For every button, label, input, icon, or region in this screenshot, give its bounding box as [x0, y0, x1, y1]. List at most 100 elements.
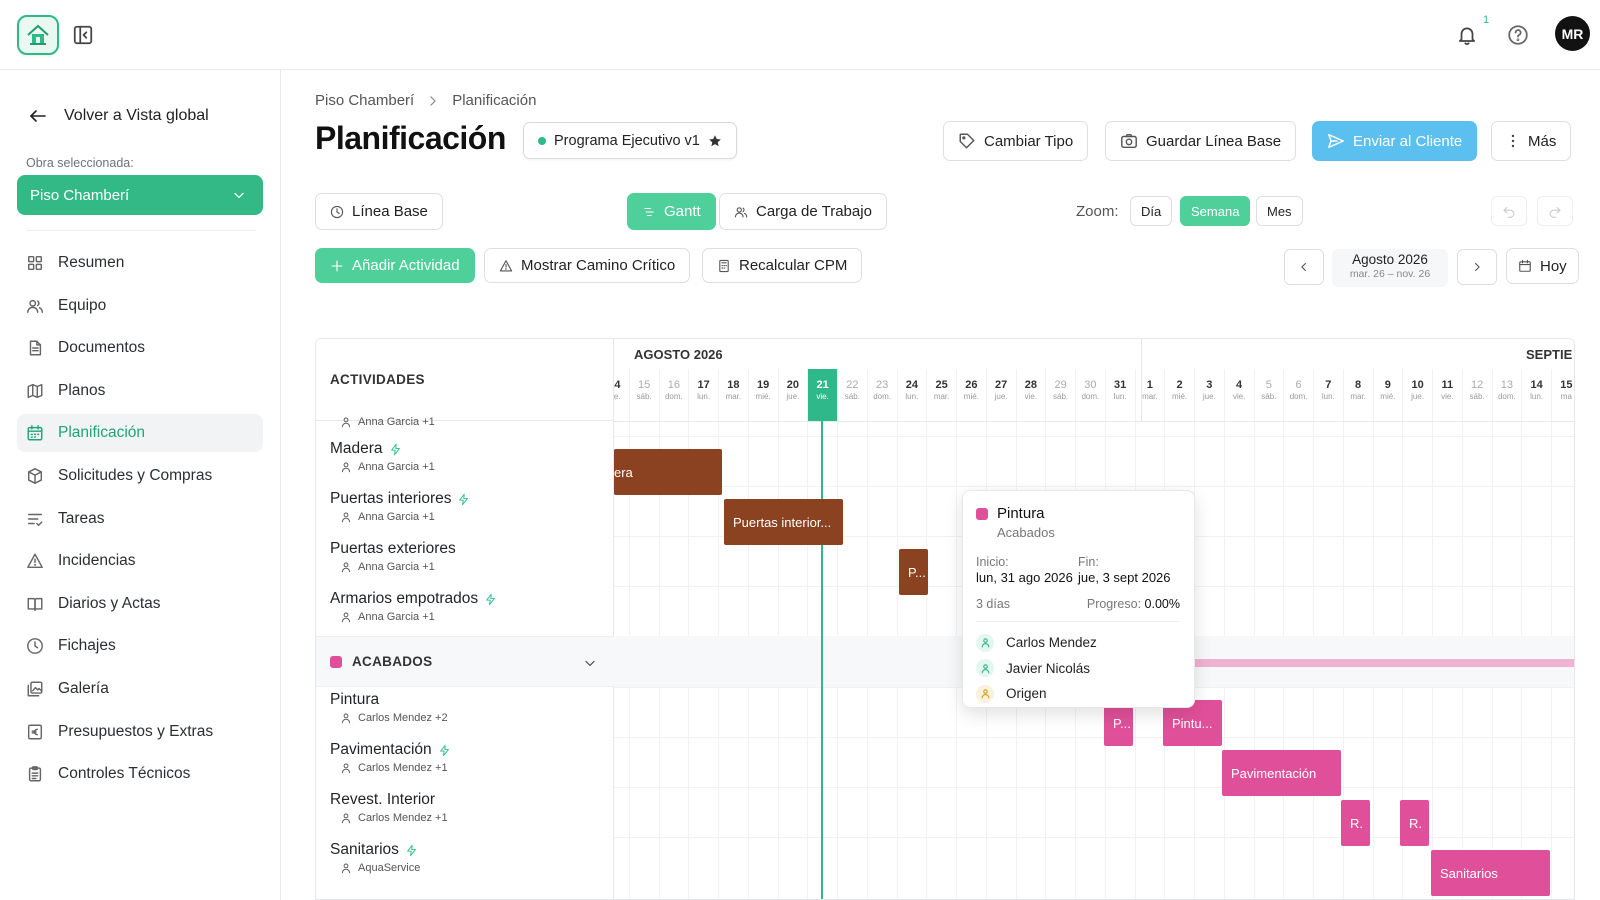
assignee-name: Carlos Mendez +2	[358, 712, 448, 724]
activity-row[interactable]: Puertas interiores Anna Garcia +1	[316, 486, 614, 537]
task-bar-revest-a[interactable]: R.	[1341, 800, 1370, 846]
task-bar-revest-b[interactable]: R.	[1400, 800, 1429, 846]
day-header: 9 mié.	[1372, 369, 1403, 421]
save-baseline-button[interactable]: Guardar Línea Base	[1105, 121, 1297, 161]
day-header: 30 dom.	[1075, 369, 1105, 421]
obra-select[interactable]: Piso Chamberí	[17, 175, 263, 215]
day-header: 28 vie.	[1015, 369, 1046, 421]
back-to-global-link[interactable]: Volver a Vista global	[28, 106, 209, 126]
sidebar-item-planificacion[interactable]: Planificación	[17, 414, 263, 453]
undo-button[interactable]	[1491, 196, 1527, 226]
sidebar-item-solicitudes-y-compras[interactable]: Solicitudes y Compras	[17, 457, 263, 495]
activity-row[interactable]: Madera Anna Garcia +1	[316, 436, 614, 487]
sidebar-item-fichajes[interactable]: Fichajes	[17, 627, 263, 665]
view-gantt-tab[interactable]: Gantt	[627, 193, 716, 230]
sidebar-item-equipo[interactable]: Equipo	[17, 287, 263, 325]
person-icon	[981, 689, 989, 699]
activity-row[interactable]: Pavimentación Carlos Mendez +1	[316, 737, 614, 788]
task-bar-puertas-ext[interactable]: P...	[899, 549, 928, 595]
tooltip-end-label: Fin:	[1078, 555, 1099, 569]
user-avatar[interactable]: MR	[1555, 16, 1590, 51]
sidebar-item-incidencias[interactable]: Incidencias	[17, 542, 263, 580]
tooltip-person: Javier Nicolás	[976, 656, 1180, 682]
baseline-button[interactable]: Línea Base	[315, 193, 443, 230]
redo-button[interactable]	[1537, 196, 1573, 226]
tooltip-people: Carlos Mendez Javier Nicolás Origen	[976, 630, 1180, 707]
obra-label: Obra seleccionada:	[26, 156, 134, 170]
sidebar-item-documentos[interactable]: Documentos	[17, 329, 263, 367]
sidebar-item-galeria[interactable]: Galería	[17, 670, 263, 708]
day-number: 2	[1176, 379, 1183, 391]
sidebar-item-controles-tecnicos[interactable]: Controles Técnicos	[17, 755, 263, 793]
more-vertical-icon	[1511, 134, 1515, 148]
version-select[interactable]: Programa Ejecutivo v1	[523, 122, 737, 159]
sidebar-item-presupuestos-y-extras[interactable]: Presupuestos y Extras	[17, 713, 263, 751]
recalc-cpm-button[interactable]: Recalcular CPM	[702, 248, 863, 283]
sidebar-item-resumen[interactable]: Resumen	[17, 244, 263, 282]
tooltip-title: Pintura	[997, 505, 1045, 522]
group-color-swatch	[330, 655, 342, 668]
day-weekday: lun.	[1321, 392, 1335, 401]
tooltip-person: Origen	[976, 681, 1180, 707]
group-summary-bar[interactable]	[1182, 659, 1574, 667]
prev-period-button[interactable]	[1284, 249, 1324, 285]
activity-row[interactable]: Armarios empotrados Anna Garcia +1	[316, 586, 614, 637]
task-bar-sanitarios[interactable]: Sanitarios	[1431, 850, 1550, 896]
sidebar-item-label: Presupuestos y Extras	[58, 722, 214, 740]
gantt-label: Gantt	[664, 203, 701, 220]
day-number: 18	[727, 379, 740, 391]
add-activity-button[interactable]: Añadir Actividad	[315, 248, 475, 283]
activity-row[interactable]: Revest. Interior Carlos Mendez +1	[316, 787, 614, 838]
chevron-down-icon[interactable]	[582, 655, 598, 671]
day-weekday: dom.	[664, 392, 683, 401]
day-header: 24 lun.	[896, 369, 927, 421]
activity-name-line: Puertas interiores	[330, 490, 614, 508]
task-bar-pavimentacion[interactable]: Pavimentación	[1222, 750, 1341, 796]
day-weekday: vie.	[816, 392, 829, 401]
sidebar: Volver a Vista global Obra seleccionada:…	[0, 70, 281, 900]
view-workload-tab[interactable]: Carga de Trabajo	[719, 193, 887, 230]
sidebar-item-label: Equipo	[58, 296, 107, 314]
users-icon	[27, 299, 43, 313]
breadcrumb-project[interactable]: Piso Chamberí	[315, 92, 414, 109]
today-button[interactable]: Hoy	[1506, 248, 1579, 284]
send-client-button[interactable]: Enviar al Cliente	[1312, 121, 1478, 161]
chevron-down-icon	[234, 192, 244, 199]
task-bar-madera[interactable]: era	[614, 449, 722, 495]
group-row-acabados[interactable]: ACABADOS	[316, 636, 614, 687]
help-button[interactable]	[1507, 24, 1529, 46]
activity-row[interactable]: Pintura Carlos Mendez +2	[316, 687, 614, 738]
sidebar-item-label: Tareas	[58, 509, 105, 527]
day-weekday: sáb.	[636, 392, 652, 401]
box-icon	[27, 468, 43, 484]
day-header: 23 dom.	[866, 369, 897, 421]
activity-name: Puertas interiores	[330, 490, 452, 507]
tooltip-start-value: lun, 31 ago 2026	[976, 570, 1073, 585]
zoom-month-button[interactable]: Mes	[1256, 196, 1303, 226]
task-bar-puertas-int[interactable]: Puertas interior...	[724, 499, 843, 545]
chevron-left-icon	[1301, 262, 1306, 272]
calendar-icon	[1519, 259, 1531, 272]
app-logo[interactable]	[17, 15, 59, 55]
activity-row-partial[interactable]: Anna Garcia +1	[316, 406, 614, 428]
sidebar-item-planos[interactable]: Planos	[17, 372, 263, 410]
day-weekday: jue.	[994, 392, 1008, 401]
activity-assignee: Carlos Mendez +2	[330, 712, 614, 724]
change-type-button[interactable]: Cambiar Tipo	[943, 121, 1089, 161]
notifications-button[interactable]	[1456, 24, 1478, 46]
sidebar-item-diarios-y-actas[interactable]: Diarios y Actas	[17, 585, 263, 623]
sidebar-item-tareas[interactable]: Tareas	[17, 500, 263, 538]
critical-path-button[interactable]: Mostrar Camino Crítico	[484, 248, 691, 283]
zoom-day-button[interactable]: Día	[1130, 196, 1173, 226]
day-header: 18 mar.	[718, 369, 748, 421]
activity-row[interactable]: Sanitarios AquaService	[316, 837, 614, 888]
document-icon	[29, 340, 42, 356]
more-button[interactable]: Más	[1491, 121, 1572, 161]
day-header: 14 lun.	[1521, 369, 1551, 421]
activity-row[interactable]: Puertas exteriores Anna Garcia +1	[316, 536, 614, 587]
sidebar-toggle-button[interactable]	[72, 24, 94, 46]
redo-icon	[1549, 206, 1561, 218]
next-period-button[interactable]	[1457, 249, 1497, 285]
sidebar-nav: Resumen Equipo Documentos Planos Planificaci…	[17, 244, 263, 798]
zoom-week-button[interactable]: Semana	[1180, 196, 1251, 226]
